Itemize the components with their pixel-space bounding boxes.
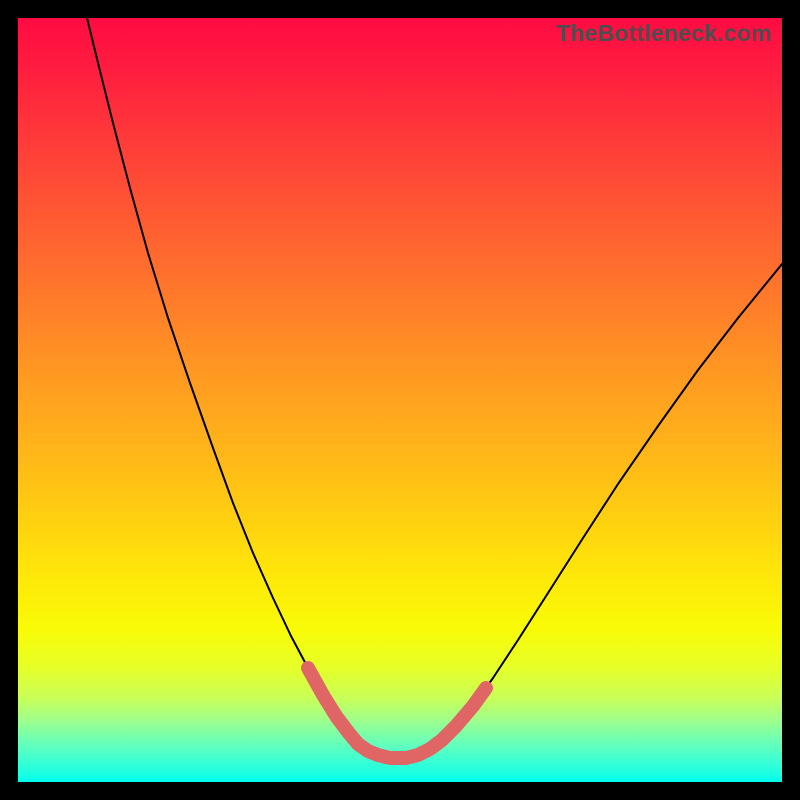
curve-layer [18, 18, 782, 782]
plot-area: TheBottleneck.com [18, 18, 782, 782]
bottleneck-curve [87, 18, 782, 758]
bottleneck-curve-highlight [308, 668, 486, 758]
chart-frame: TheBottleneck.com [0, 0, 800, 800]
